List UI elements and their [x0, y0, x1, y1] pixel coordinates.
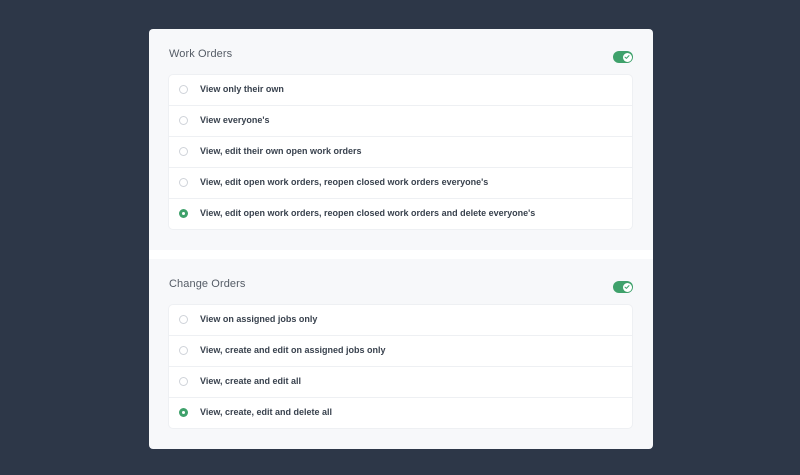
toggle-knob: [622, 282, 632, 292]
work-orders-option-3[interactable]: View, edit their own open work orders: [169, 136, 632, 167]
change-orders-header: Change Orders: [169, 276, 633, 296]
option-label: View, create, edit and delete all: [200, 407, 333, 417]
radio-button[interactable]: [179, 85, 188, 94]
option-label: View, create and edit on assigned jobs o…: [200, 345, 386, 355]
work-orders-option-2[interactable]: View everyone's: [169, 105, 632, 136]
radio-button[interactable]: [179, 116, 188, 125]
check-icon: [624, 285, 630, 289]
work-orders-option-5[interactable]: View, edit open work orders, reopen clos…: [169, 198, 632, 229]
work-orders-title: Work Orders: [169, 48, 233, 60]
check-icon: [624, 55, 630, 59]
work-orders-option-4[interactable]: View, edit open work orders, reopen clos…: [169, 167, 632, 198]
permissions-card: Work Orders View only their own View eve…: [149, 29, 653, 449]
change-orders-title: Change Orders: [169, 278, 246, 290]
work-orders-header: Work Orders: [169, 46, 633, 66]
work-orders-section: Work Orders View only their own View eve…: [149, 29, 653, 250]
option-label: View, create and edit all: [200, 376, 302, 386]
work-orders-option-1[interactable]: View only their own: [169, 75, 632, 105]
radio-button-selected[interactable]: [179, 408, 188, 417]
option-label: View only their own: [200, 84, 284, 94]
radio-button[interactable]: [179, 147, 188, 156]
work-orders-toggle[interactable]: [613, 51, 633, 63]
change-orders-option-2[interactable]: View, create and edit on assigned jobs o…: [169, 335, 632, 366]
work-orders-options: View only their own View everyone's View…: [169, 75, 632, 229]
change-orders-option-1[interactable]: View on assigned jobs only: [169, 305, 632, 335]
change-orders-option-4[interactable]: View, create, edit and delete all: [169, 397, 632, 428]
change-orders-option-3[interactable]: View, create and edit all: [169, 366, 632, 397]
option-label: View, edit open work orders, reopen clos…: [200, 208, 536, 218]
change-orders-options: View on assigned jobs only View, create …: [169, 305, 632, 428]
toggle-knob: [622, 52, 632, 62]
option-label: View on assigned jobs only: [200, 314, 318, 324]
change-orders-toggle[interactable]: [613, 281, 633, 293]
section-divider: [149, 250, 653, 259]
option-label: View, edit open work orders, reopen clos…: [200, 177, 489, 187]
option-label: View everyone's: [200, 115, 270, 125]
radio-button[interactable]: [179, 346, 188, 355]
radio-button[interactable]: [179, 315, 188, 324]
option-label: View, edit their own open work orders: [200, 146, 362, 156]
radio-button[interactable]: [179, 377, 188, 386]
radio-button-selected[interactable]: [179, 209, 188, 218]
radio-button[interactable]: [179, 178, 188, 187]
